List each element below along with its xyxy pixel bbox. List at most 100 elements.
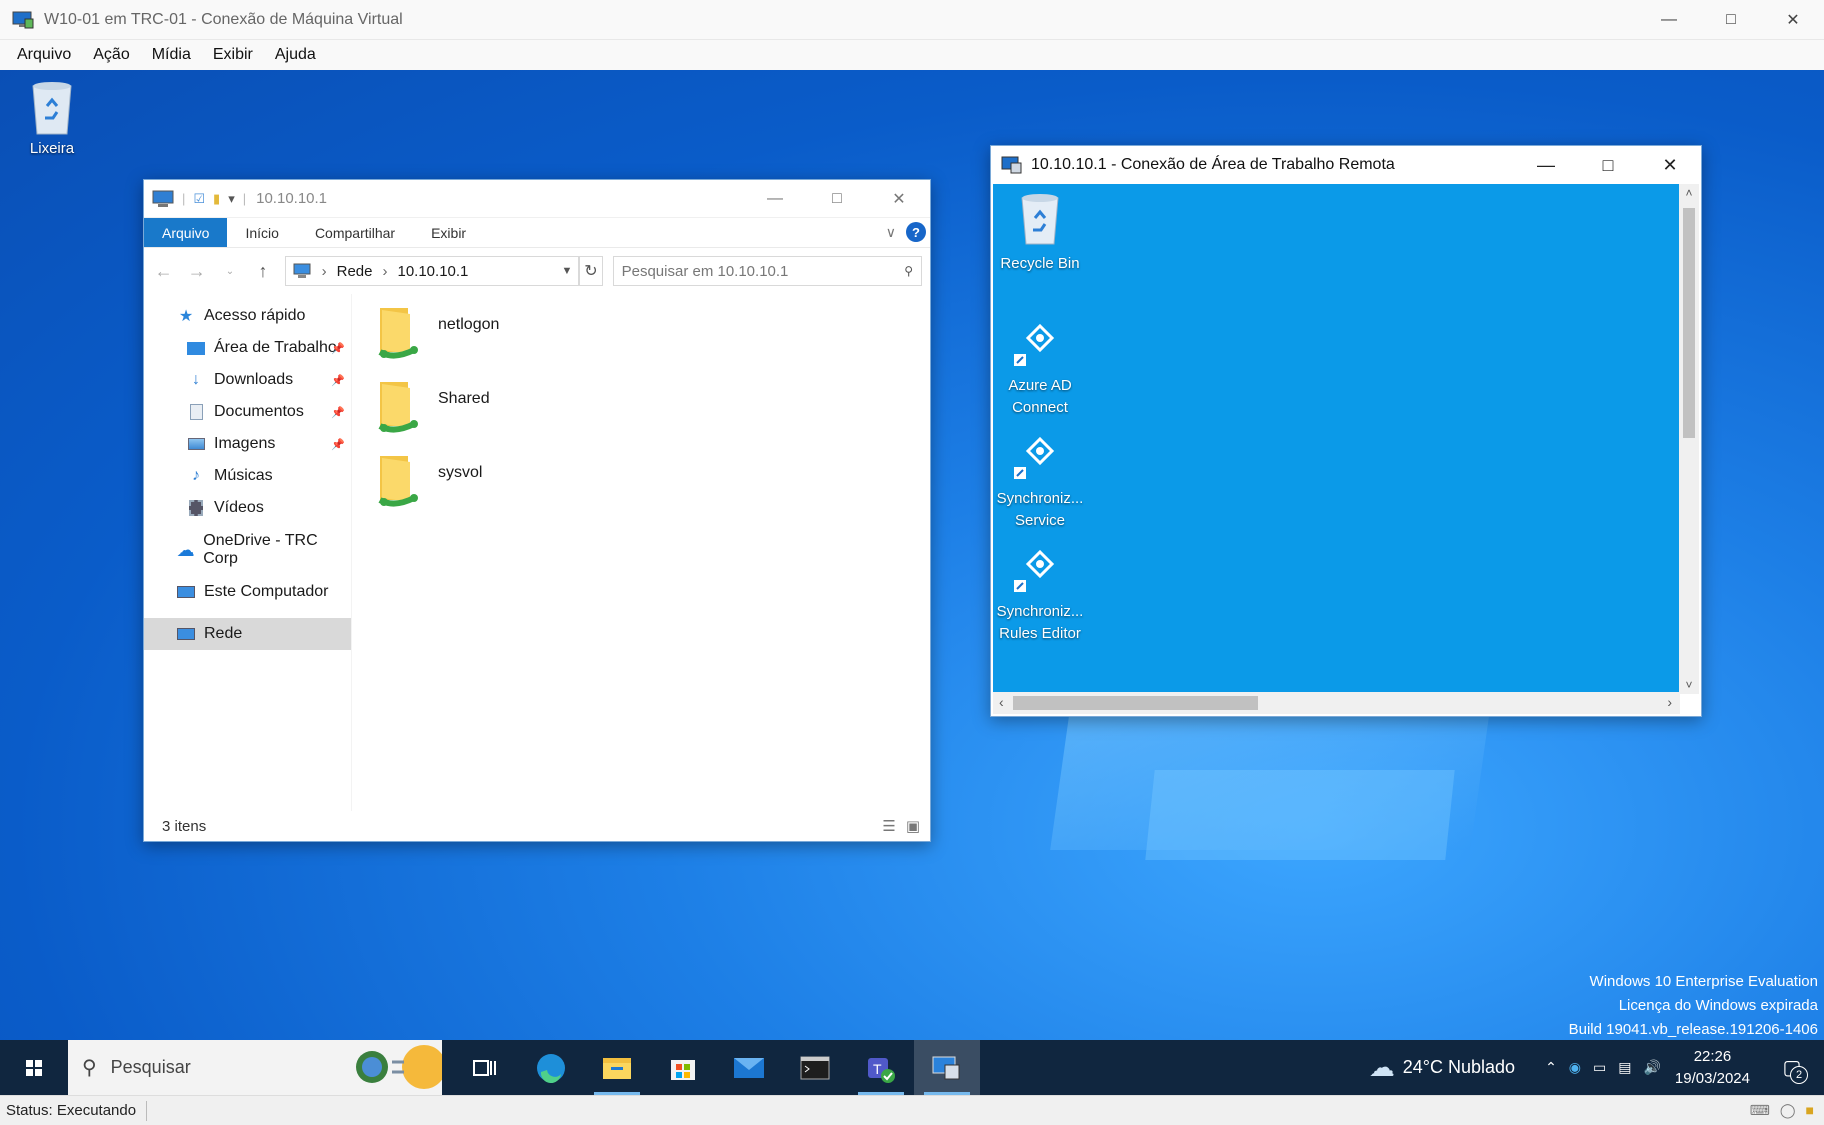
host-close-button[interactable]: ✕ xyxy=(1762,0,1824,40)
nav-videos[interactable]: Vídeos xyxy=(144,492,351,524)
menu-ajuda[interactable]: Ajuda xyxy=(264,46,327,64)
list-item[interactable]: Shared xyxy=(374,378,930,452)
remote-recycle-bin[interactable]: Recycle Bin xyxy=(995,190,1085,275)
store-button[interactable] xyxy=(650,1040,716,1095)
battery-icon[interactable]: ▭ xyxy=(1593,1059,1606,1076)
large-icons-view-icon[interactable]: ▣ xyxy=(906,817,920,835)
scroll-left-arrow-icon[interactable]: ‹ xyxy=(999,694,1004,710)
search-icon: ⚲ xyxy=(904,264,913,278)
scroll-up-arrow-icon[interactable]: ˄ xyxy=(1679,186,1699,200)
show-hidden-icons-icon[interactable]: ⌃ xyxy=(1545,1059,1557,1076)
forward-arrow-icon[interactable]: → xyxy=(185,261,208,282)
remote-azure-ad-connect[interactable]: Azure AD Connect xyxy=(995,320,1085,419)
computer-icon xyxy=(152,190,174,207)
desktop-folder-icon xyxy=(186,339,206,357)
remote-sync-rules-editor[interactable]: Synchroniz... Rules Editor xyxy=(995,546,1085,645)
tab-inicio[interactable]: Início xyxy=(227,218,296,247)
expand-ribbon-icon[interactable]: ∨ xyxy=(886,224,896,241)
address-dropdown-icon[interactable]: ▼ xyxy=(562,265,573,277)
menu-arquivo[interactable]: Arquivo xyxy=(6,46,82,64)
taskbar-search[interactable]: ⚲ Pesquisar xyxy=(68,1040,442,1095)
nav-quick-access[interactable]: ★ Acesso rápido xyxy=(144,300,351,332)
refresh-icon[interactable]: ↻ xyxy=(579,256,603,286)
weather-widget[interactable]: ☁ 24°C Nublado xyxy=(1369,1052,1515,1083)
nav-onedrive[interactable]: ☁ OneDrive - TRC Corp xyxy=(144,532,351,567)
address-bar[interactable]: › Rede › 10.10.10.1 ▼ xyxy=(284,256,580,286)
details-view-icon[interactable]: ☰ xyxy=(882,817,895,835)
explorer-close-button[interactable]: ✕ xyxy=(868,180,930,218)
nav-desktop[interactable]: Área de Trabalho 📌 xyxy=(144,332,351,364)
scroll-right-arrow-icon[interactable]: › xyxy=(1667,694,1672,710)
desktop-recycle-bin[interactable]: Lixeira xyxy=(18,78,86,157)
scroll-down-arrow-icon[interactable]: ˅ xyxy=(1679,678,1699,692)
tab-exibir[interactable]: Exibir xyxy=(413,218,484,247)
clock[interactable]: 22:26 19/03/2024 xyxy=(1675,1046,1750,1090)
nav-label: Imagens xyxy=(214,435,276,452)
nav-this-pc[interactable]: Este Computador xyxy=(144,576,351,608)
breadcrumb-current[interactable]: 10.10.10.1 xyxy=(397,263,468,280)
rdp-maximize-button[interactable]: □ xyxy=(1577,146,1639,184)
tab-arquivo[interactable]: Arquivo xyxy=(144,218,228,247)
nav-network[interactable]: Rede xyxy=(144,618,351,650)
clock-date: 19/03/2024 xyxy=(1674,1069,1750,1087)
mail-button[interactable] xyxy=(716,1040,782,1095)
notification-center-button[interactable]: ▢ 2 xyxy=(1770,1055,1814,1084)
tab-compartilhar[interactable]: Compartilhar xyxy=(297,218,413,247)
nav-downloads[interactable]: ↓ Downloads 📌 xyxy=(144,364,351,396)
explorer-minimize-button[interactable]: — xyxy=(744,180,806,218)
edge-button[interactable] xyxy=(518,1040,584,1095)
quick-access-dropdown-icon[interactable]: ▾ xyxy=(228,191,235,207)
pin-icon[interactable]: 📌 xyxy=(331,406,345,419)
horizontal-scrollbar[interactable]: ‹ › xyxy=(993,692,1680,714)
pin-icon[interactable]: 📌 xyxy=(331,374,345,387)
rdp-minimize-button[interactable]: — xyxy=(1515,146,1577,184)
explorer-statusbar: 3 itens ☰ ▣ xyxy=(144,811,930,841)
list-item[interactable]: netlogon xyxy=(374,304,930,378)
host-menubar: Arquivo Ação Mídia Exibir Ajuda xyxy=(0,40,1824,70)
scrollbar-thumb[interactable] xyxy=(1013,696,1258,710)
network-tray-icon[interactable]: ▤ xyxy=(1618,1059,1631,1076)
explorer-maximize-button[interactable]: □ xyxy=(806,180,868,218)
help-icon[interactable]: ? xyxy=(906,222,926,242)
nav-music[interactable]: ♪ Músicas xyxy=(144,460,351,492)
back-arrow-icon[interactable]: ← xyxy=(152,261,175,282)
host-minimize-button[interactable]: — xyxy=(1638,0,1700,40)
desktop-icon-label: Recycle Bin xyxy=(1000,255,1080,272)
recent-dropdown-icon[interactable]: ⌄ xyxy=(218,266,241,277)
search-placeholder: Pesquisar em 10.10.10.1 xyxy=(621,262,789,280)
teams-button[interactable]: T xyxy=(848,1040,914,1095)
host-maximize-button[interactable]: □ xyxy=(1700,0,1762,40)
remote-sync-service[interactable]: Synchroniz... Service xyxy=(995,433,1085,532)
synchronization-service-icon xyxy=(1014,436,1055,479)
teams-icon: T xyxy=(868,1057,895,1083)
file-explorer-button[interactable] xyxy=(584,1040,650,1095)
start-button[interactable] xyxy=(0,1040,68,1095)
search-input[interactable]: Pesquisar em 10.10.10.1 ⚲ xyxy=(612,256,922,286)
menu-exibir[interactable]: Exibir xyxy=(202,46,264,64)
pin-icon[interactable]: 📌 xyxy=(331,438,345,451)
list-item[interactable]: sysvol xyxy=(374,452,930,526)
remote-desktop-button[interactable] xyxy=(914,1040,980,1095)
menu-midia[interactable]: Mídia xyxy=(141,46,202,64)
task-view-button[interactable] xyxy=(452,1040,518,1095)
new-folder-quick-icon[interactable]: ▮ xyxy=(213,191,220,207)
vertical-scrollbar[interactable]: ˄ ˅ xyxy=(1679,184,1699,694)
nav-documents[interactable]: Documentos 📌 xyxy=(144,396,351,428)
scrollbar-thumb[interactable] xyxy=(1683,208,1695,438)
remote-desktop-screen[interactable]: Recycle Bin Azure AD Connect Synchroniz.… xyxy=(993,184,1680,694)
up-arrow-icon[interactable]: ↑ xyxy=(251,261,274,282)
desktop-icon-label: Synchroniz... xyxy=(996,490,1084,507)
menu-acao[interactable]: Ação xyxy=(82,46,140,64)
volume-icon[interactable]: 🔊 xyxy=(1643,1059,1660,1076)
desktop-icon-label: Lixeira xyxy=(29,140,75,157)
nav-pictures[interactable]: Imagens 📌 xyxy=(144,428,351,460)
terminal-button[interactable] xyxy=(782,1040,848,1095)
rdp-close-button[interactable]: ✕ xyxy=(1639,146,1701,184)
mail-icon xyxy=(734,1057,764,1078)
defender-icon[interactable]: ◉ xyxy=(1569,1059,1581,1076)
pin-icon[interactable]: 📌 xyxy=(331,342,345,355)
svg-text:T: T xyxy=(873,1061,882,1077)
properties-quick-icon[interactable]: ☑ xyxy=(193,191,205,207)
vm-status: Status: Executando xyxy=(6,1102,137,1119)
breadcrumb-rede[interactable]: Rede xyxy=(337,263,373,280)
